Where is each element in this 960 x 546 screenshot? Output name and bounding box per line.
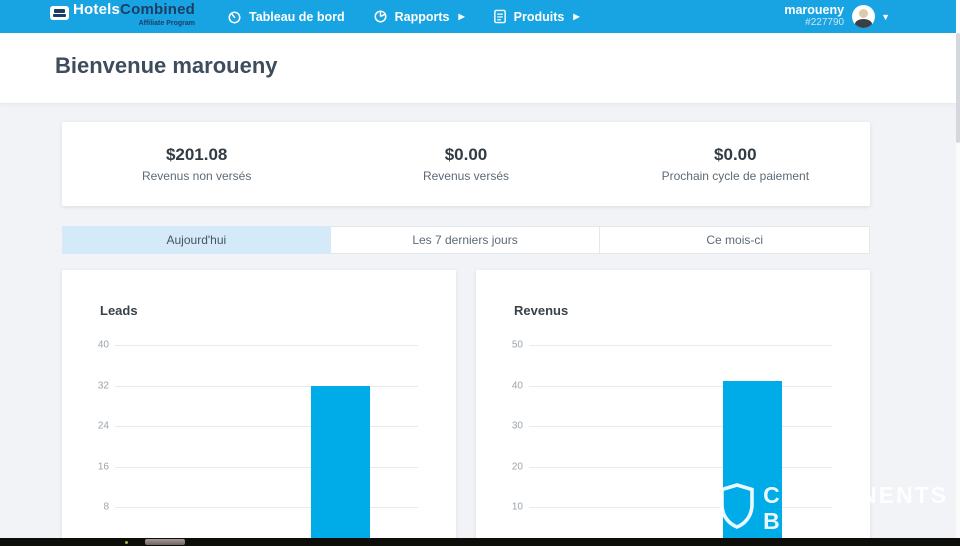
chevron-right-icon: ▶: [573, 12, 579, 21]
avatar: [852, 5, 875, 28]
page-header: Bienvenue maroueny: [0, 33, 960, 103]
charts-row: Leads 40 32 24 16 8 Revenus 50 40 30 20 10: [62, 270, 870, 546]
user-id: #227790: [805, 17, 844, 29]
tab-7-derniers-jours[interactable]: Les 7 derniers jours: [331, 226, 601, 254]
products-icon: [493, 9, 507, 24]
hotelscombined-logo[interactable]: HotelsCombined Affiliate Program: [50, 3, 195, 30]
y-gridline: 20: [529, 467, 832, 468]
revenus-chart-card: Revenus 50 40 30 20 10: [476, 270, 870, 546]
nav-item-tableau-de-bord[interactable]: Tableau de bord: [227, 9, 345, 24]
stat-amount: $201.08: [62, 145, 331, 165]
y-gridline: 8: [115, 507, 418, 508]
tab-aujourdhui[interactable]: Aujourd'hui: [62, 226, 331, 254]
y-gridline: 32: [115, 386, 418, 387]
y-tick-label: 16: [83, 461, 109, 472]
plot-area: 50 40 30 20 10: [529, 345, 832, 546]
page-scrollbar[interactable]: [956, 0, 960, 546]
user-name: maroueny: [784, 4, 844, 16]
leads-bar[interactable]: [311, 386, 370, 546]
reports-icon: [373, 9, 388, 24]
y-tick-label: 10: [497, 502, 523, 513]
y-gridline: 16: [115, 467, 418, 468]
y-gridline: 24: [115, 426, 418, 427]
taskbar-indicator-dot: [125, 541, 128, 544]
revenus-bar[interactable]: [723, 381, 782, 546]
chart-title: Revenus: [514, 303, 568, 318]
y-tick-label: 30: [497, 421, 523, 432]
chevron-down-icon: ▼: [881, 12, 890, 22]
date-range-tabs: Aujourd'hui Les 7 derniers jours Ce mois…: [62, 226, 870, 254]
y-tick-label: 20: [497, 461, 523, 472]
nav-item-produits[interactable]: Produits ▶: [493, 9, 580, 24]
taskbar: [0, 538, 960, 546]
chart-title: Leads: [100, 303, 138, 318]
stat-label: Revenus non versés: [62, 169, 331, 183]
top-navbar: HotelsCombined Affiliate Program Tableau…: [0, 0, 960, 33]
stat-amount: $0.00: [601, 145, 870, 165]
leads-chart-card: Leads 40 32 24 16 8: [62, 270, 456, 546]
stat-revenus-non-verses: $201.08 Revenus non versés: [62, 145, 331, 183]
y-tick-label: 40: [83, 340, 109, 351]
y-gridline: 10: [529, 507, 832, 508]
y-gridline: 30: [529, 426, 832, 427]
scrollbar-thumb[interactable]: [956, 33, 960, 143]
nav-item-label: Tableau de bord: [249, 10, 345, 24]
y-gridline: 40: [115, 345, 418, 346]
stat-label: Prochain cycle de paiement: [601, 169, 870, 183]
y-gridline: 50: [529, 345, 832, 346]
nav-item-rapports[interactable]: Rapports ▶: [373, 9, 465, 24]
y-gridline: 40: [529, 386, 832, 387]
tab-ce-mois-ci[interactable]: Ce mois-ci: [600, 226, 870, 254]
taskbar-window-button[interactable]: [145, 539, 185, 545]
y-tick-label: 32: [83, 380, 109, 391]
stat-revenus-verses: $0.00 Revenus versés: [331, 145, 600, 183]
stat-prochain-cycle: $0.00 Prochain cycle de paiement: [601, 145, 870, 183]
stat-amount: $0.00: [331, 145, 600, 165]
y-tick-label: 50: [497, 340, 523, 351]
y-tick-label: 24: [83, 421, 109, 432]
nav-menu: Tableau de bord Rapports ▶ Produits ▶: [227, 9, 580, 24]
user-menu[interactable]: maroueny #227790 ▼: [784, 4, 890, 29]
chevron-right-icon: ▶: [458, 12, 464, 21]
y-tick-label: 8: [83, 502, 109, 513]
logo-subtitle: Affiliate Program: [73, 17, 195, 30]
stat-label: Revenus versés: [331, 169, 600, 183]
y-tick-label: 40: [497, 380, 523, 391]
page-title: Bienvenue maroueny: [55, 53, 278, 79]
dashboard-icon: [227, 9, 242, 24]
earnings-summary-card: $201.08 Revenus non versés $0.00 Revenus…: [62, 122, 870, 206]
plot-area: 40 32 24 16 8: [115, 345, 418, 546]
hotelscombined-logo-icon: [50, 6, 69, 20]
nav-item-label: Produits: [514, 10, 565, 24]
nav-item-label: Rapports: [395, 10, 450, 24]
logo-wordmark: HotelsCombined: [73, 3, 195, 16]
